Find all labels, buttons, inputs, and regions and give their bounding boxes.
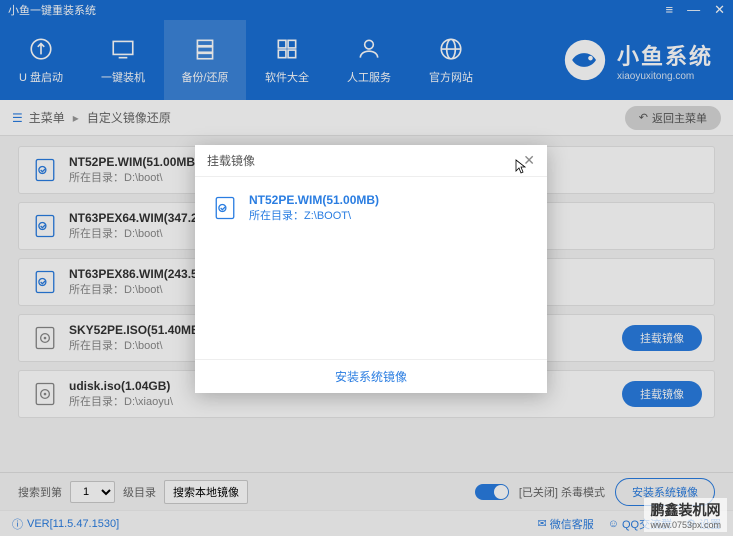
dialog-body: NT52PE.WIM(51.00MB) 所在目录：Z:\BOOT\	[195, 177, 547, 359]
cursor-icon	[515, 159, 527, 175]
dialog-header: 挂载镜像 ✕	[195, 145, 547, 177]
watermark-main: 鹏鑫装机网	[650, 502, 720, 518]
dialog-install-button[interactable]: 安装系统镜像	[195, 359, 547, 393]
dialog-file-name: NT52PE.WIM(51.00MB)	[249, 193, 531, 207]
dialog-title: 挂载镜像	[207, 152, 255, 169]
dialog-file-item[interactable]: NT52PE.WIM(51.00MB) 所在目录：Z:\BOOT\	[205, 187, 537, 229]
mount-image-dialog: 挂载镜像 ✕ NT52PE.WIM(51.00MB) 所在目录：Z:\BOOT\…	[195, 145, 547, 393]
dialog-file-path: 所在目录：Z:\BOOT\	[249, 207, 531, 223]
wim-file-icon	[211, 194, 239, 222]
watermark-sub: www.0753px.com	[650, 520, 721, 530]
watermark: 鹏鑫装机网 www.0753px.com	[644, 498, 727, 532]
